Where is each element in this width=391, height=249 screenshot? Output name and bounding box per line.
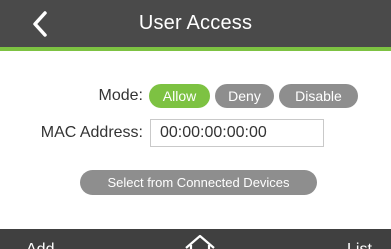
mode-row: Mode: Allow Deny Disable xyxy=(0,84,391,108)
user-access-screen: User Access Mode: Allow Deny Disable MAC… xyxy=(0,0,391,249)
mac-address-label: MAC Address: xyxy=(40,124,143,141)
back-button[interactable] xyxy=(28,10,52,38)
mode-disable-button[interactable]: Disable xyxy=(279,84,358,108)
home-icon[interactable] xyxy=(183,233,217,249)
mac-address-row: MAC Address: xyxy=(0,119,391,147)
page-title: User Access xyxy=(138,12,253,34)
mode-allow-button[interactable]: Allow xyxy=(149,84,210,108)
header-bar: User Access xyxy=(0,0,391,51)
mode-deny-button[interactable]: Deny xyxy=(215,84,274,108)
select-connected-devices-button[interactable]: Select from Connected Devices xyxy=(80,170,317,195)
list-button[interactable]: List xyxy=(347,241,372,249)
mode-label: Mode: xyxy=(98,87,143,104)
add-button[interactable]: Add xyxy=(26,241,54,249)
mac-address-input[interactable] xyxy=(150,119,324,147)
footer-bar: Add List xyxy=(0,229,391,249)
chevron-left-icon xyxy=(33,11,47,37)
